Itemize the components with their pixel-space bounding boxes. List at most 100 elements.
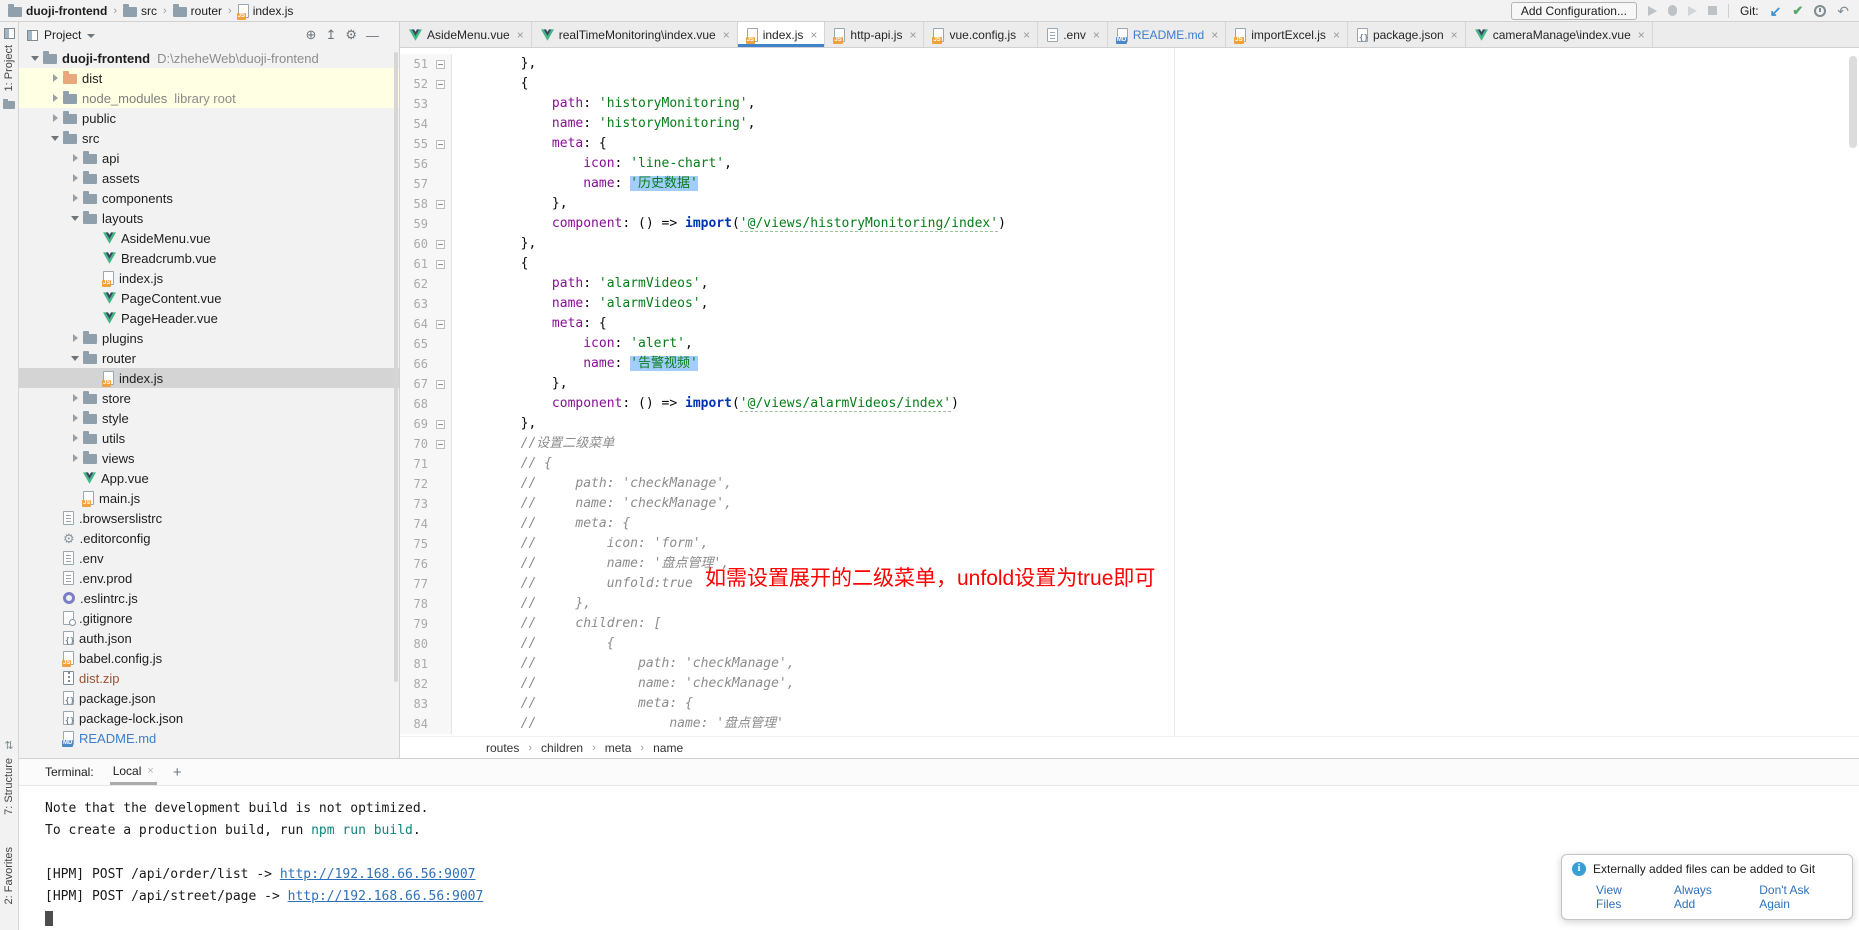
tree-row[interactable]: utils — [19, 428, 399, 448]
git-commit-icon[interactable]: ✔ — [1792, 4, 1803, 18]
tab-close-icon[interactable]: × — [723, 28, 730, 42]
breadcrumb-item[interactable]: duoji-frontend — [8, 4, 107, 18]
editor-breadcrumb-item[interactable]: meta — [605, 741, 632, 755]
tab-readme-md[interactable]: README.md× — [1108, 22, 1226, 47]
tab--env[interactable]: .env× — [1038, 22, 1108, 47]
collapse-all-icon[interactable]: ↥ — [325, 27, 336, 43]
tab-close-icon[interactable]: × — [1333, 28, 1340, 42]
breadcrumb-item[interactable]: src — [123, 4, 157, 18]
tree-row[interactable]: style — [19, 408, 399, 428]
tab-close-icon[interactable]: × — [1093, 28, 1100, 42]
editor-breadcrumb-item[interactable]: routes — [486, 741, 519, 755]
tree-row[interactable]: App.vue — [19, 468, 399, 488]
chevron-right-icon[interactable] — [67, 414, 83, 422]
notification-action-don-t-ask-again[interactable]: Don't Ask Again — [1759, 883, 1842, 911]
fold-marker-icon[interactable] — [436, 140, 445, 149]
tree-row[interactable]: node_moduleslibrary root — [19, 88, 399, 108]
tree-row[interactable]: public — [19, 108, 399, 128]
editor-scrollbar[interactable] — [1849, 56, 1857, 148]
tab-close-icon[interactable]: × — [1451, 28, 1458, 42]
tab-close-icon[interactable]: × — [810, 28, 817, 42]
tree-row[interactable]: package-lock.json — [19, 708, 399, 728]
tab-close-icon[interactable]: × — [1023, 28, 1030, 42]
panel-scrollbar[interactable] — [394, 52, 398, 682]
chevron-right-icon[interactable] — [67, 434, 83, 442]
history-icon[interactable] — [1814, 5, 1826, 17]
chevron-down-icon[interactable] — [87, 34, 95, 38]
tree-row[interactable]: dist.zip — [19, 668, 399, 688]
terminal-tab-local[interactable]: Local × — [110, 760, 157, 785]
terminal-link[interactable]: http://192.168.66.56:9007 — [280, 867, 476, 882]
tree-row[interactable]: AsideMenu.vue — [19, 228, 399, 248]
tab-cameramanage-index-vue[interactable]: cameraManage\index.vue× — [1466, 22, 1653, 47]
tool-button-project[interactable]: 1: Project — [3, 45, 15, 91]
chevron-down-icon[interactable] — [67, 356, 83, 361]
coverage-icon[interactable] — [1688, 6, 1697, 16]
tree-row[interactable]: index.js — [19, 268, 399, 288]
tree-row[interactable]: Breadcrumb.vue — [19, 248, 399, 268]
structure-icon[interactable]: ⇅ — [4, 739, 13, 752]
breadcrumb-item[interactable]: index.js — [238, 4, 294, 18]
tree-row[interactable]: .gitignore — [19, 608, 399, 628]
tab-close-icon[interactable]: × — [909, 28, 916, 42]
tree-row[interactable]: store — [19, 388, 399, 408]
tree-row[interactable]: assets — [19, 168, 399, 188]
tab-vue-config-js[interactable]: vue.config.js× — [924, 22, 1038, 47]
fold-marker-icon[interactable] — [436, 60, 445, 69]
editor-breadcrumb-item[interactable]: children — [541, 741, 583, 755]
tree-row[interactable]: PageHeader.vue — [19, 308, 399, 328]
tab-realtimemonitoring-index-vue[interactable]: realTimeMonitoring\index.vue× — [532, 22, 738, 47]
tree-row[interactable]: babel.config.js — [19, 648, 399, 668]
fold-marker-icon[interactable] — [436, 440, 445, 449]
tree-row[interactable]: package.json — [19, 688, 399, 708]
tree-row[interactable]: layouts — [19, 208, 399, 228]
tree-row[interactable]: router — [19, 348, 399, 368]
tree-row[interactable]: index.js — [19, 368, 399, 388]
chevron-down-icon[interactable] — [47, 136, 63, 141]
chevron-right-icon[interactable] — [47, 94, 63, 102]
fold-marker-icon[interactable] — [436, 320, 445, 329]
tab-importexcel-js[interactable]: importExcel.js× — [1226, 22, 1348, 47]
fold-marker-icon[interactable] — [436, 380, 445, 389]
tool-button-structure[interactable]: 7: Structure — [3, 758, 15, 815]
tree-row[interactable]: src — [19, 128, 399, 148]
chevron-right-icon[interactable] — [67, 174, 83, 182]
chevron-right-icon[interactable] — [47, 114, 63, 122]
tree-row[interactable]: auth.json — [19, 628, 399, 648]
tab-asidemenu-vue[interactable]: AsideMenu.vue× — [400, 22, 532, 47]
notification-action-view-files[interactable]: View Files — [1596, 883, 1650, 911]
project-panel-title[interactable]: Project — [44, 28, 81, 42]
chevron-right-icon[interactable] — [67, 394, 83, 402]
chevron-down-icon[interactable] — [67, 216, 83, 221]
fold-marker-icon[interactable] — [436, 80, 445, 89]
tree-row[interactable]: .browserslistrc — [19, 508, 399, 528]
terminal-link[interactable]: http://192.168.66.56:9007 — [288, 889, 484, 904]
stop-icon[interactable] — [1708, 6, 1717, 15]
git-update-icon[interactable]: ↙ — [1770, 4, 1782, 18]
fold-marker-icon[interactable] — [436, 420, 445, 429]
tab-close-icon[interactable]: × — [1638, 28, 1645, 42]
chevron-right-icon[interactable] — [67, 454, 83, 462]
chevron-right-icon[interactable] — [67, 154, 83, 162]
tab-package-json[interactable]: package.json× — [1348, 22, 1466, 47]
editor-breadcrumb-item[interactable]: name — [653, 741, 683, 755]
breadcrumb-item[interactable]: router — [173, 4, 222, 18]
chevron-right-icon[interactable] — [47, 74, 63, 82]
tool-button-favorites[interactable]: 2: Favorites — [3, 847, 15, 904]
tree-row[interactable]: views — [19, 448, 399, 468]
fold-marker-icon[interactable] — [436, 240, 445, 249]
locate-file-icon[interactable]: ⊕ — [306, 27, 317, 43]
tree-row[interactable]: api — [19, 148, 399, 168]
tab-index-js[interactable]: index.js× — [738, 22, 826, 47]
chevron-right-icon[interactable] — [67, 194, 83, 202]
settings-gear-icon[interactable]: ⚙ — [345, 27, 357, 43]
fold-marker-icon[interactable] — [436, 200, 445, 209]
tab-close-icon[interactable]: × — [517, 28, 524, 42]
chevron-right-icon[interactable] — [67, 334, 83, 342]
tree-row[interactable]: components — [19, 188, 399, 208]
tree-row[interactable]: .env — [19, 548, 399, 568]
debug-icon[interactable] — [1668, 5, 1677, 16]
folder-icon[interactable] — [3, 101, 15, 109]
tree-row[interactable]: plugins — [19, 328, 399, 348]
hide-panel-icon[interactable]: ― — [366, 28, 379, 43]
